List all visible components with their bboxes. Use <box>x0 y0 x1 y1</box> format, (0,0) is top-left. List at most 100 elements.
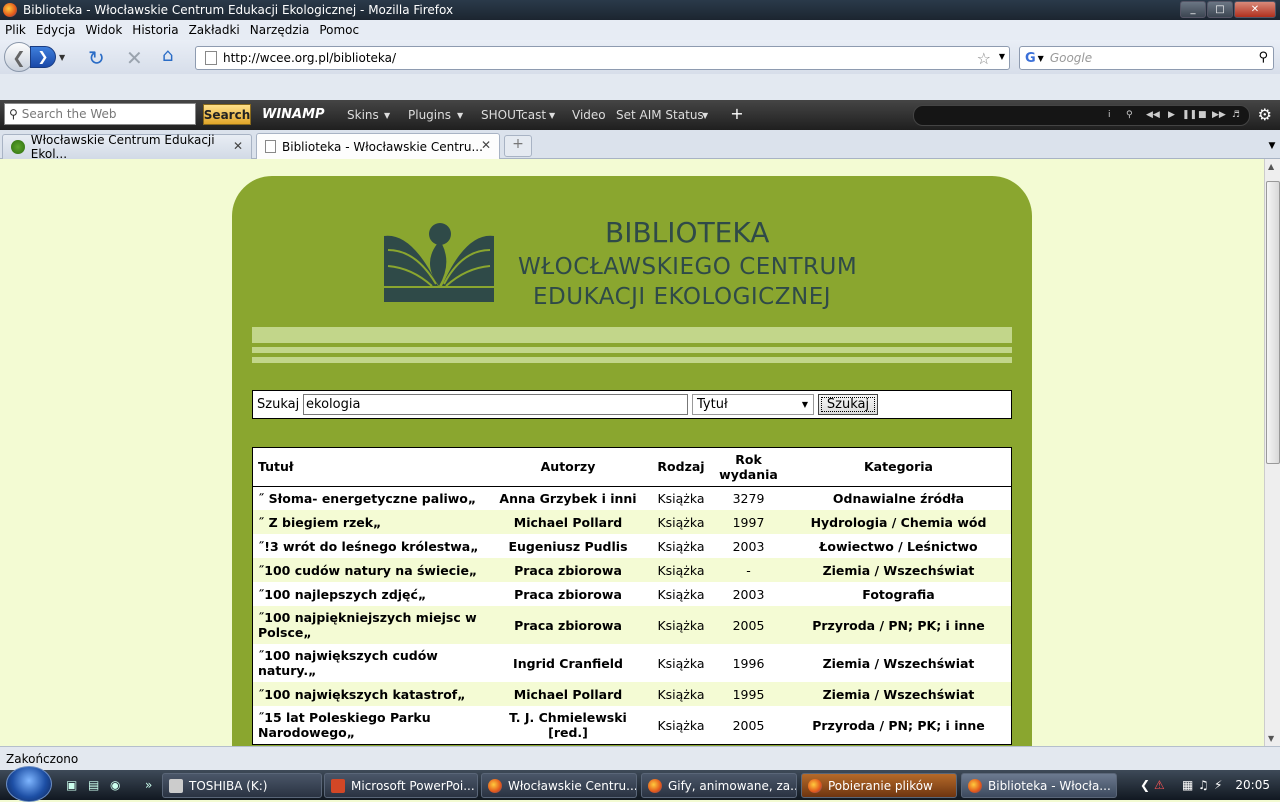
vertical-scrollbar[interactable]: ▲ ▼ <box>1264 159 1280 746</box>
book-title[interactable]: ˝100 cudów natury na świecie„ <box>253 558 485 582</box>
toolbar-skins[interactable]: Skins <box>347 108 379 122</box>
search-box[interactable]: G ▼ Google ⚲ <box>1019 46 1274 70</box>
menu-zakladki[interactable]: Zakładki <box>184 23 245 37</box>
book-title[interactable]: ˝!3 wrót do leśnego królestwa„ <box>253 534 485 558</box>
taskbar-item-firefox[interactable]: Gify, animowane, za... <box>641 773 797 798</box>
menu-pomoc[interactable]: Pomoc <box>314 23 364 37</box>
power-icon[interactable]: ⚡ <box>1214 778 1222 792</box>
volume-icon[interactable]: ♫ <box>1198 778 1209 792</box>
close-tab-icon[interactable]: ✕ <box>233 139 243 153</box>
bookmark-star-icon[interactable]: ☆ <box>977 49 991 68</box>
search-field-select[interactable]: Tytuł ▼ <box>692 394 814 415</box>
info-icon[interactable]: i <box>1108 110 1111 120</box>
gear-icon[interactable]: ⚙ <box>1258 105 1272 124</box>
home-icon[interactable]: ⌂ <box>162 45 173 66</box>
history-dropdown-icon[interactable]: ▼ <box>59 53 65 62</box>
page-subtitle-line1: WŁOCŁAWSKIEGO CENTRUM <box>518 254 858 280</box>
search-icon[interactable]: ⚲ <box>1258 50 1268 65</box>
security-alert-icon[interactable]: ⚠ <box>1154 778 1165 792</box>
book-authors: Anna Grzybek i inni <box>499 490 637 506</box>
toolbar-aim-status[interactable]: Set AIM Status <box>616 108 704 122</box>
system-tray: ❮ ⚠ ▦ ♫ ⚡ 20:05 <box>1138 770 1280 800</box>
toolbar-shoutcast[interactable]: SHOUTcast <box>481 108 546 122</box>
chevron-down-icon[interactable]: ▼ <box>384 111 390 120</box>
chevron-down-icon[interactable]: ▼ <box>702 111 708 120</box>
taskbar-item-powerpoint[interactable]: Microsoft PowerPoi... <box>324 773 478 798</box>
book-title[interactable]: ˝100 największych cudów natury.„ <box>253 644 485 682</box>
book-title[interactable]: ˝100 najlepszych zdjęć„ <box>253 582 485 606</box>
tab-biblioteka[interactable]: Biblioteka - Włocławskie Centru... ✕ <box>256 133 500 159</box>
clock[interactable]: 20:05 <box>1235 778 1270 792</box>
next-icon[interactable]: ▶▶ <box>1212 110 1226 120</box>
toolbar-plugins[interactable]: Plugins <box>408 108 451 122</box>
col-header-authors[interactable]: Autorzy <box>485 448 651 487</box>
url-bar[interactable]: http://wcee.org.pl/biblioteka/ ☆ ▼ <box>195 46 1010 70</box>
scrollbar-thumb[interactable] <box>1266 181 1280 464</box>
tab-wcee[interactable]: Włocławskie Centrum Edukacji Ekol... ✕ <box>2 133 252 161</box>
switch-windows-icon[interactable]: ▤ <box>88 778 99 792</box>
col-header-category[interactable]: Kategoria <box>786 448 1011 487</box>
chevron-down-icon[interactable]: ▼ <box>549 111 555 120</box>
firefox-icon <box>648 778 662 793</box>
open-book-logo <box>384 223 494 302</box>
toolbar-video[interactable]: Video <box>572 108 606 122</box>
add-icon[interactable]: + <box>728 104 746 124</box>
menu-narzedzia[interactable]: Narzędzia <box>245 23 315 37</box>
reload-icon[interactable]: ↻ <box>88 46 105 70</box>
list-tabs-icon[interactable]: ▼ <box>1264 135 1280 157</box>
book-title[interactable]: ˝100 najpiękniejszych miejsc w Polsce„ <box>253 606 485 644</box>
stop-icon[interactable]: ✕ <box>126 46 143 70</box>
menu-bar: Plik Edycja Widok Historia Zakładki Narz… <box>0 20 1280 40</box>
new-tab-button[interactable]: + <box>504 135 532 157</box>
chevron-down-icon[interactable]: ▼ <box>457 111 463 120</box>
start-button[interactable] <box>6 766 52 802</box>
close-button[interactable]: ✕ <box>1234 1 1276 18</box>
tray-expand-icon[interactable]: ❮ <box>1140 778 1150 792</box>
winamp-logo[interactable]: WINAMP <box>262 107 325 122</box>
menu-historia[interactable]: Historia <box>127 23 183 37</box>
col-header-title[interactable]: Tutuł <box>253 448 485 487</box>
col-header-year[interactable]: Rok wydania <box>711 448 786 487</box>
taskbar-item-biblioteka[interactable]: Biblioteka - Włocła... <box>961 773 1117 798</box>
col-header-type[interactable]: Rodzaj <box>651 448 711 487</box>
search-icon[interactable]: ⚲ <box>1126 110 1133 120</box>
show-desktop-icon[interactable]: ▣ <box>66 778 77 792</box>
book-title[interactable]: ˝15 lat Poleskiego Parku Narodowego„ <box>253 706 485 744</box>
menu-plik[interactable]: Plik <box>0 23 31 37</box>
task-label: Włocławskie Centru... <box>508 778 637 793</box>
url-dropdown-icon[interactable]: ▼ <box>999 52 1005 61</box>
quicklaunch-more-icon[interactable]: » <box>145 778 152 792</box>
stop-icon[interactable]: ■ <box>1198 110 1207 120</box>
table-row: ˝100 największych cudów natury.„ Ingrid … <box>253 644 1011 682</box>
taskbar-item-firefox[interactable]: Włocławskie Centru... <box>481 773 637 798</box>
url-text[interactable]: http://wcee.org.pl/biblioteka/ <box>223 51 396 65</box>
close-tab-icon[interactable]: ✕ <box>481 138 491 152</box>
volume-icon[interactable]: ♬ <box>1232 110 1240 120</box>
maximize-button[interactable]: □ <box>1207 1 1233 18</box>
web-search-button[interactable]: Search <box>203 104 251 125</box>
menu-widok[interactable]: Widok <box>80 23 127 37</box>
pause-icon[interactable]: ❚❚ <box>1182 110 1197 120</box>
scroll-down-icon[interactable]: ▼ <box>1268 734 1274 743</box>
taskbar-item-downloads[interactable]: Pobieranie plików <box>801 773 957 798</box>
network-icon[interactable]: ▦ <box>1182 778 1193 792</box>
minimize-button[interactable]: _ <box>1180 1 1206 18</box>
play-icon[interactable]: ▶ <box>1168 110 1175 120</box>
book-title[interactable]: ˝ Słoma- energetyczne paliwo„ <box>253 486 485 510</box>
web-search-input[interactable]: ⚲ Search the Web <box>4 103 196 125</box>
firefox-quicklaunch-icon[interactable]: ◉ <box>110 778 120 792</box>
back-forward-group: ❮ ❯ ▼ <box>4 42 80 72</box>
previous-icon[interactable]: ◀◀ <box>1146 110 1160 120</box>
search-input[interactable]: ekologia <box>303 394 688 415</box>
search-placeholder[interactable]: Google <box>1050 51 1092 65</box>
book-title[interactable]: ˝100 największych katastrof„ <box>253 682 485 706</box>
scroll-up-icon[interactable]: ▲ <box>1268 162 1274 171</box>
book-title[interactable]: ˝ Z biegiem rzek„ <box>253 510 485 534</box>
search-engine-icon[interactable]: G <box>1025 51 1036 66</box>
search-submit-button[interactable]: Szukaj <box>818 394 878 415</box>
forward-button[interactable]: ❯ <box>30 46 56 68</box>
menu-edycja[interactable]: Edycja <box>31 23 81 37</box>
book-category: Fotografia <box>862 586 935 602</box>
taskbar-item-drive[interactable]: TOSHIBA (K:) <box>162 773 322 798</box>
search-engine-dropdown-icon[interactable]: ▼ <box>1038 54 1044 63</box>
